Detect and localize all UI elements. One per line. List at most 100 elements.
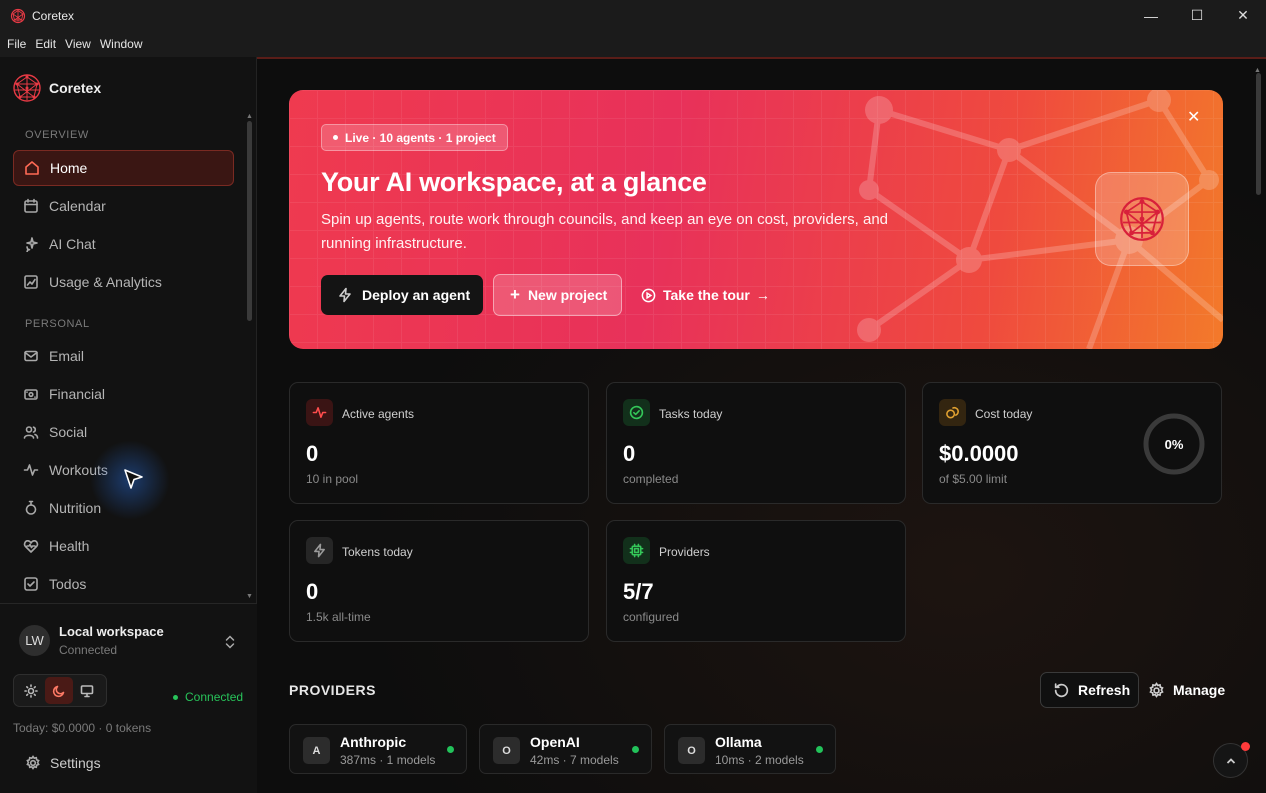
stat-card-tokens-today[interactable]: Tokens today 0 1.5k all-time bbox=[289, 520, 589, 642]
provider-card-openai[interactable]: O OpenAI 42ms · 7 models bbox=[479, 724, 652, 774]
take-tour-button[interactable]: Take the tour → bbox=[641, 275, 770, 315]
main-scrollbar[interactable] bbox=[1256, 73, 1261, 195]
settings-button[interactable]: Settings bbox=[25, 755, 101, 771]
sidebar-item-usage-analytics[interactable]: Usage & Analytics bbox=[13, 264, 234, 300]
gear-icon bbox=[1149, 681, 1164, 698]
provider-card-ollama[interactable]: O Ollama 10ms · 2 models bbox=[664, 724, 836, 774]
hero-title: Your AI workspace, at a glance bbox=[321, 167, 707, 197]
stat-label: Cost today bbox=[975, 407, 1033, 421]
provider-name: OpenAI bbox=[530, 734, 580, 750]
sidebar-item-label: Calendar bbox=[49, 198, 106, 214]
maximize-button[interactable]: ☐ bbox=[1174, 0, 1220, 31]
sidebar-item-financial[interactable]: Financial bbox=[13, 376, 234, 412]
brand[interactable]: Coretex bbox=[12, 73, 101, 103]
stat-label: Active agents bbox=[342, 407, 415, 421]
minimize-button[interactable]: — bbox=[1128, 0, 1174, 31]
bolt-icon bbox=[339, 287, 351, 303]
stat-card-providers[interactable]: Providers 5/7 configured bbox=[606, 520, 906, 642]
status-dot-icon bbox=[816, 746, 823, 753]
menu-edit[interactable]: Edit bbox=[35, 37, 56, 51]
scroll-down-icon[interactable]: ▼ bbox=[246, 593, 253, 600]
live-badge: Live · 10 agents · 1 project bbox=[321, 124, 508, 151]
monitor-icon bbox=[80, 684, 94, 697]
scroll-to-top-button[interactable] bbox=[1213, 742, 1250, 778]
provider-meta: 10ms · 2 models bbox=[715, 753, 804, 767]
checkbox-icon bbox=[24, 577, 38, 591]
sidebar-item-calendar[interactable]: Calendar bbox=[13, 188, 234, 224]
heart-icon bbox=[23, 540, 39, 553]
users-icon bbox=[23, 426, 39, 439]
mouse-cursor-icon bbox=[124, 469, 143, 489]
new-project-button[interactable]: + New project bbox=[493, 274, 622, 316]
hero-banner: Live · 10 agents · 1 project Your AI wor… bbox=[289, 90, 1223, 349]
app-logo-icon bbox=[10, 8, 26, 23]
provider-name: Anthropic bbox=[340, 734, 407, 750]
close-hero-button[interactable]: ✕ bbox=[1187, 107, 1200, 127]
sidebar: Coretex ▲ ▼ OVERVIEW Home Calendar AI Ch… bbox=[0, 57, 257, 793]
sidebar-item-home[interactable]: Home bbox=[13, 150, 234, 186]
refresh-button[interactable]: Refresh bbox=[1040, 672, 1139, 708]
chevron-up-icon bbox=[1226, 757, 1235, 764]
calendar-icon bbox=[24, 198, 38, 213]
sidebar-item-health[interactable]: Health bbox=[13, 528, 234, 564]
manage-button[interactable]: Manage bbox=[1148, 672, 1225, 708]
menu-file[interactable]: File bbox=[7, 37, 26, 51]
provider-meta: 42ms · 7 models bbox=[530, 753, 619, 767]
stat-sub: 10 in pool bbox=[306, 472, 359, 486]
stat-label: Tasks today bbox=[659, 407, 723, 421]
title-bar: Coretex — ☐ ✕ bbox=[0, 0, 1266, 31]
menu-window[interactable]: Window bbox=[100, 37, 143, 51]
stat-value: $0.0000 bbox=[939, 441, 1019, 466]
notification-dot-icon bbox=[1241, 742, 1250, 751]
stat-card-cost-today[interactable]: Cost today $0.0000 of $5.00 limit 0% bbox=[922, 382, 1222, 504]
stat-sub: configured bbox=[623, 610, 680, 624]
sidebar-item-ai-chat[interactable]: AI Chat bbox=[13, 226, 234, 262]
stat-label: Tokens today bbox=[342, 545, 413, 559]
stat-sub: 1.5k all-time bbox=[306, 610, 371, 624]
refresh-icon bbox=[1054, 682, 1069, 697]
providers-heading: PROVIDERS bbox=[289, 682, 376, 698]
sidebar-item-label: Nutrition bbox=[49, 500, 102, 516]
pulse-icon bbox=[306, 399, 333, 426]
workspace-switcher[interactable]: LW Local workspace Connected bbox=[19, 624, 164, 657]
theme-toggle bbox=[13, 674, 107, 707]
status-dot-icon bbox=[632, 746, 639, 753]
avatar: LW bbox=[19, 625, 50, 656]
stat-value: 5/7 bbox=[623, 579, 654, 604]
status-dot-icon bbox=[447, 746, 454, 753]
provider-card-anthropic[interactable]: A Anthropic 387ms · 1 models bbox=[289, 724, 467, 774]
stat-value: 0 bbox=[306, 441, 319, 466]
sidebar-item-label: Home bbox=[50, 160, 88, 176]
apple-icon bbox=[25, 500, 37, 515]
hero-logo-tile bbox=[1095, 172, 1189, 266]
stat-sub: completed bbox=[623, 472, 679, 486]
stat-card-active-agents[interactable]: Active agents 0 10 in pool bbox=[289, 382, 589, 504]
sidebar-item-label: Todos bbox=[49, 576, 87, 592]
plus-icon: + bbox=[510, 285, 520, 304]
theme-light-button[interactable] bbox=[17, 677, 45, 704]
close-window-button[interactable]: ✕ bbox=[1220, 0, 1266, 31]
sidebar-item-email[interactable]: Email bbox=[13, 338, 234, 374]
menu-bar: File Edit View Window bbox=[0, 31, 1266, 57]
scroll-up-icon[interactable]: ▲ bbox=[246, 113, 253, 120]
section-overview: OVERVIEW bbox=[25, 129, 89, 141]
check-circle-icon bbox=[623, 399, 650, 426]
theme-dark-button[interactable] bbox=[45, 677, 73, 704]
stat-label: Providers bbox=[659, 545, 710, 559]
sidebar-item-todos[interactable]: Todos bbox=[13, 566, 234, 602]
sidebar-item-label: Email bbox=[49, 348, 85, 364]
deploy-agent-button[interactable]: Deploy an agent bbox=[321, 275, 483, 315]
live-dot-icon bbox=[333, 135, 338, 140]
stat-card-tasks-today[interactable]: Tasks today 0 completed bbox=[606, 382, 906, 504]
sun-icon bbox=[24, 683, 38, 698]
theme-system-button[interactable] bbox=[73, 677, 101, 704]
sidebar-item-label: Usage & Analytics bbox=[49, 274, 162, 290]
wallet-icon bbox=[24, 389, 38, 400]
sidebar-scrollbar[interactable] bbox=[247, 121, 252, 321]
stat-sub: of $5.00 limit bbox=[939, 472, 1008, 486]
chevron-up-down-icon[interactable] bbox=[224, 634, 236, 650]
coins-icon bbox=[939, 399, 966, 426]
status-dot-icon bbox=[173, 694, 178, 700]
menu-view[interactable]: View bbox=[65, 37, 91, 51]
hero-subtitle: Spin up agents, route work through counc… bbox=[321, 211, 889, 252]
